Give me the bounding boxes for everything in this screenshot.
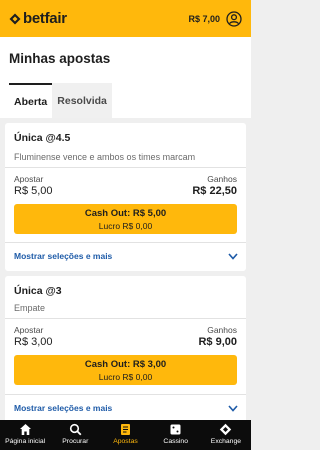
bet-title: Única @4.5: [14, 132, 71, 144]
bet-title: Única @3: [14, 285, 62, 297]
show-selections-link[interactable]: Mostrar seleções e mais: [14, 251, 112, 261]
divider: [5, 167, 246, 168]
bottom-navigation: Página inicial Procurar Apostas Cassino …: [0, 420, 251, 450]
nav-bets[interactable]: Apostas: [100, 420, 150, 450]
bet-card: Única @3 Empate Apostar Ganhos R$ 3,00 R…: [5, 276, 246, 420]
stake-value: R$ 5,00: [14, 185, 53, 197]
casino-icon: [170, 424, 181, 435]
nav-casino[interactable]: Cassino: [151, 420, 201, 450]
returns-label: Ganhos: [207, 325, 237, 335]
divider: [5, 318, 246, 319]
bet-card: Única @4.5 Fluminense vence e ambos os t…: [5, 123, 246, 271]
profit-label: Lucro R$ 0,00: [98, 372, 153, 382]
nav-exchange-label: Exchange: [210, 438, 242, 445]
stake-label: Apostar: [14, 174, 44, 184]
chevron-down-icon[interactable]: [228, 253, 238, 260]
nav-home[interactable]: Página inicial: [0, 420, 50, 450]
bet-description: Fluminense vence e ambos os times marcam: [14, 152, 196, 162]
account-balance[interactable]: R$ 7,00: [188, 14, 220, 24]
nav-exchange[interactable]: Exchange: [201, 420, 251, 450]
cash-out-button[interactable]: Cash Out: R$ 5,00 Lucro R$ 0,00: [14, 204, 237, 234]
page-header: Minhas apostas Aberta Resolvida: [0, 37, 251, 118]
cash-out-label: Cash Out: R$ 3,00: [84, 359, 167, 370]
nav-home-label: Página inicial: [5, 438, 46, 445]
tab-open[interactable]: Aberta: [9, 83, 53, 118]
search-icon: [69, 423, 82, 436]
exchange-icon: [220, 423, 232, 436]
brand-name: betfair: [23, 10, 67, 27]
returns-value: R$ 9,00: [198, 336, 237, 348]
bet-description: Empate: [14, 303, 46, 313]
profit-label: Lucro R$ 0,00: [98, 221, 153, 231]
divider: [5, 394, 246, 395]
divider: [5, 242, 246, 243]
show-selections-link[interactable]: Mostrar seleções e mais: [14, 403, 112, 413]
chevron-down-icon[interactable]: [228, 405, 238, 412]
stake-value: R$ 3,00: [14, 336, 53, 348]
account-icon[interactable]: [226, 10, 242, 27]
tab-settled[interactable]: Resolvida: [52, 83, 113, 118]
nav-casino-label: Cassino: [163, 438, 188, 445]
home-icon: [19, 424, 31, 435]
stake-label: Apostar: [14, 325, 44, 335]
nav-search-label: Procurar: [62, 438, 89, 445]
cash-out-label: Cash Out: R$ 5,00: [84, 208, 167, 219]
betfair-logo-icon: [9, 13, 21, 24]
bets-icon: [121, 424, 130, 435]
page-title: Minhas apostas: [9, 51, 111, 66]
bets-list[interactable]: Única @4.5 Fluminense vence e ambos os t…: [0, 118, 251, 420]
nav-search[interactable]: Procurar: [50, 420, 100, 450]
top-bar: betfair R$ 7,00: [0, 0, 251, 37]
returns-value: R$ 22,50: [192, 185, 237, 197]
nav-bets-label: Apostas: [113, 438, 138, 445]
returns-label: Ganhos: [207, 174, 237, 184]
cash-out-button[interactable]: Cash Out: R$ 3,00 Lucro R$ 0,00: [14, 355, 237, 385]
betfair-logo[interactable]: betfair: [9, 10, 67, 27]
bet-status-tabs: Aberta Resolvida: [9, 83, 113, 118]
